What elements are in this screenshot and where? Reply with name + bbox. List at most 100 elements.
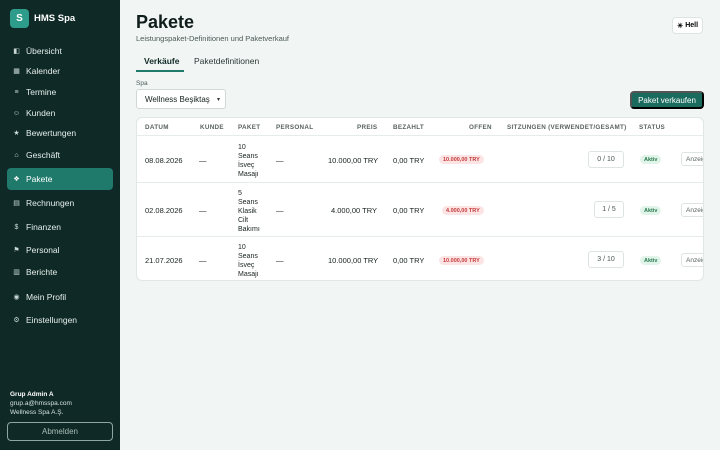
dashboard-icon: ◧ — [13, 48, 20, 55]
sidebar-item-mein-profil[interactable]: ◉ Mein Profil — [7, 286, 113, 308]
star-icon: ★ — [13, 130, 20, 137]
active-tab-indicator — [136, 70, 184, 72]
gift-icon: ❖ — [13, 176, 20, 183]
theme-toggle-button[interactable]: ☀ Hell — [672, 17, 703, 34]
column-header-personal: PERSONAL — [276, 124, 314, 131]
gear-icon: ⚙ — [13, 317, 20, 324]
open-amount-badge: 4.000,00 TRY — [442, 206, 484, 215]
column-header-datum: DATUM — [145, 124, 169, 131]
column-header-kunde: KUNDE — [200, 124, 224, 131]
table-row[interactable]: 02.08.2026 — 5 Seans Klasik Cilt Bakımı … — [137, 182, 703, 236]
cell-package: 10 Seans İsveç Masajı — [238, 244, 259, 278]
tabs: Verkäufe Paketdefinitionen — [136, 54, 704, 72]
column-header-bezahlt: BEZAHLT — [393, 124, 425, 131]
sidebar-item-label: Kunden — [26, 108, 56, 118]
sidebar: S HMS Spa ◧ Übersicht ▦ Kalender ≡ Termi… — [0, 0, 120, 450]
user-icon: ◉ — [13, 294, 20, 301]
column-header-status: STATUS — [639, 124, 666, 131]
cell-package: 5 Seans Klasik Cilt Bakımı — [238, 190, 260, 233]
show-button[interactable]: Anzeigen — [681, 253, 703, 267]
list-icon: ≡ — [14, 88, 19, 96]
logout-button[interactable]: Abmelden — [7, 422, 113, 441]
sidebar-item-label: Bewertungen — [26, 128, 77, 138]
tab-label: Verkäufe — [144, 56, 180, 66]
sidebar-item-label: Einstellungen — [26, 315, 78, 325]
chevron-down-icon: ▾ — [216, 96, 220, 103]
spa-select[interactable]: Wellness Beşiktaş ▾ — [136, 89, 226, 109]
shop-icon: ⌂ — [14, 151, 19, 159]
status-badge: Aktiv — [640, 256, 662, 265]
sun-icon: ☀ — [676, 22, 684, 30]
chart-icon: ▥ — [13, 269, 20, 276]
sidebar-item-termine[interactable]: ≡ Termine — [7, 81, 113, 103]
sidebar-item-personal[interactable]: ⚑ Personal — [7, 239, 113, 261]
brand-name: HMS Spa — [34, 13, 76, 24]
sidebar-item-label: Kalender — [26, 66, 61, 76]
sessions-field[interactable]: 3 / 10 — [588, 251, 624, 268]
column-header-paket: PAKET — [238, 124, 261, 131]
cell-package: 10 Seans İsveç Masajı — [238, 144, 259, 178]
sell-package-button[interactable]: Paket verkaufen — [630, 91, 704, 109]
sidebar-item-label: Berichte — [26, 267, 58, 277]
cell-staff: — — [276, 256, 284, 265]
sessions-field[interactable]: 1 / 5 — [594, 201, 624, 218]
cell-paid: 0,00 TRY — [393, 206, 425, 215]
cell-paid: 0,00 TRY — [393, 256, 425, 265]
sessions-field[interactable]: 0 / 10 — [588, 151, 624, 168]
show-button[interactable]: Anzeigen — [681, 152, 703, 166]
status-badge: Aktiv — [640, 155, 662, 164]
cell-price: 10.000,00 TRY — [328, 256, 379, 265]
user-email: grup.a@hmsspa.com — [10, 400, 72, 407]
sidebar-item-label: Finanzen — [26, 222, 61, 232]
spa-select-value: Wellness Beşiktaş — [145, 94, 210, 104]
sidebar-item-label: Pakete — [26, 174, 53, 184]
sidebar-item-kunden[interactable]: ☺ Kunden — [7, 102, 113, 124]
page-subtitle: Leistungspaket-Definitionen und Paketver… — [136, 34, 290, 43]
flag-icon: ⚑ — [13, 247, 20, 254]
tab-label: Paketdefinitionen — [194, 56, 260, 66]
column-header-offen: OFFEN — [469, 124, 492, 131]
tab-verkaeufe[interactable]: Verkäufe — [144, 56, 179, 71]
table-row[interactable]: 08.08.2026 — 10 Seans İsveç Masajı — 10.… — [137, 135, 703, 183]
sidebar-item-uebersicht[interactable]: ◧ Übersicht — [7, 40, 113, 62]
table-row[interactable]: 21.07.2026 — 10 Seans İsveç Masajı — 10.… — [137, 236, 703, 280]
status-badge: Aktiv — [640, 206, 662, 215]
sidebar-item-label: Rechnungen — [26, 198, 75, 208]
sidebar-item-label: Geschäft — [26, 150, 61, 160]
tab-paketdefinitionen[interactable]: Paketdefinitionen — [194, 56, 259, 71]
show-button[interactable]: Anzeigen — [681, 203, 703, 217]
user-company: Wellness Spa A.Ş. — [10, 409, 64, 416]
money-bag-icon: $ — [14, 223, 19, 231]
page-title: Pakete — [136, 12, 195, 32]
sidebar-item-berichte[interactable]: ▥ Berichte — [7, 261, 113, 283]
sidebar-item-label: Übersicht — [26, 46, 62, 56]
sidebar-item-rechnungen[interactable]: ▤ Rechnungen — [7, 192, 113, 214]
user-name: Grup Admin A — [10, 391, 54, 398]
cell-customer: — — [199, 206, 207, 215]
sidebar-item-pakete[interactable]: ❖ Pakete — [7, 168, 113, 190]
invoice-icon: ▤ — [13, 200, 20, 207]
cell-price: 10.000,00 TRY — [328, 156, 379, 165]
sidebar-item-label: Termine — [26, 87, 57, 97]
cell-customer: — — [199, 156, 207, 165]
sidebar-item-finanzen[interactable]: $ Finanzen — [7, 216, 113, 238]
open-amount-badge: 10.000,00 TRY — [439, 155, 484, 164]
cell-price: 4.000,00 TRY — [331, 206, 378, 215]
customers-icon: ☺ — [12, 109, 21, 117]
sidebar-item-geschaeft[interactable]: ⌂ Geschäft — [7, 144, 113, 166]
sidebar-item-label: Personal — [26, 245, 60, 255]
column-header-preis: PREIS — [357, 124, 378, 131]
user-info: Grup Admin A grup.a@hmsspa.com Wellness … — [10, 390, 72, 417]
brand-logo: S — [10, 9, 29, 28]
sidebar-item-bewertungen[interactable]: ★ Bewertungen — [7, 122, 113, 144]
sidebar-item-einstellungen[interactable]: ⚙ Einstellungen — [7, 309, 113, 331]
sidebar-item-label: Mein Profil — [26, 292, 67, 302]
brand[interactable]: S HMS Spa — [10, 9, 75, 28]
sidebar-item-kalender[interactable]: ▦ Kalender — [7, 60, 113, 82]
cell-customer: — — [199, 256, 207, 265]
cell-staff: — — [276, 206, 284, 215]
cell-paid: 0,00 TRY — [393, 156, 425, 165]
open-amount-badge: 10.000,00 TRY — [439, 256, 484, 265]
theme-toggle-label: Hell — [685, 22, 699, 29]
cell-date: 21.07.2026 — [145, 256, 183, 265]
